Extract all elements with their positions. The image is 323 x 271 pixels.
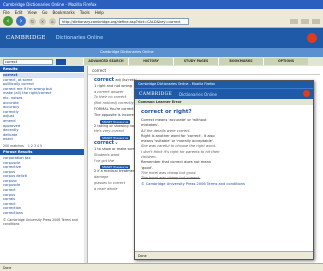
search-button[interactable] [56,58,66,65]
print-icon[interactable] [301,18,309,24]
back-icon[interactable]: ‹ [3,16,13,26]
menu-file[interactable]: File [3,10,10,15]
search-row: correct ADVANCED SEARCH HISTORY STUDY PA… [0,57,323,66]
menu-view[interactable]: View [27,10,37,15]
popup-copyright: © Cambridge University Press 2006 Terms … [141,181,245,186]
results-sidebar: Results correct correct, at some politic… [0,66,88,271]
popup-site-header: CAMBRIDGE Dictionaries Online [135,88,313,99]
phrase-item[interactable]: corrections [3,211,84,216]
result-item[interactable]: exact [3,137,84,142]
toolbar-buttons [290,18,320,24]
menu-tools[interactable]: Tools [80,10,90,15]
mail-icon[interactable] [312,18,320,24]
sidebar-scrollbar[interactable] [84,66,87,271]
menu-bookmarks[interactable]: Bookmarks [53,10,75,15]
reload-icon[interactable]: ↻ [29,17,36,25]
entry-headword: correct [94,140,115,147]
entry-headword: correct [94,77,115,83]
stop-icon[interactable]: × [39,17,46,25]
menu-edit[interactable]: Edit [15,10,23,15]
cambridge-logo[interactable]: CAMBRIDGE [6,35,46,41]
tab-history[interactable]: HISTORY [128,58,173,65]
popup-headword: correct or right? [141,109,192,115]
close-icon[interactable] [303,90,310,97]
status-bar: Done [0,263,323,271]
popup-statusbar: Done [135,251,313,259]
entry-pos: adj [115,78,121,82]
phrase-results-list: corporation tax corpuscle corrective cor… [0,155,87,217]
menu-help[interactable]: Help [95,10,104,15]
window-titlebar: Cambridge Dictionaries Online - Mozilla … [0,0,323,9]
tab-bookmarks[interactable]: BOOKMARKS [218,58,263,65]
forward-icon[interactable]: › [16,16,26,26]
entry-heading: correct [88,66,320,75]
site-header: CAMBRIDGE Dictionaries Online [0,28,323,48]
results-pagination[interactable]: 1 2 3 4 5 [28,144,42,148]
site-tabs: ADVANCED SEARCH HISTORY STUDY PAGES BOOK… [83,58,308,65]
tab-study-pages[interactable]: STUDY PAGES [173,58,218,65]
popup-site-name: Dictionaries Online [178,91,217,97]
learner-error-popup: Cambridge Dictionaries Online - Mozilla … [134,80,314,260]
popup-titlebar: Cambridge Dictionaries Online - Mozilla … [135,81,313,88]
address-bar[interactable]: http://dictionary.cambridge.org/define.a… [59,17,189,25]
window-title: Cambridge Dictionaries Online - Mozilla … [3,2,97,7]
bookmark-icon[interactable] [290,18,298,24]
site-name: Dictionaries Online [55,35,104,41]
popup-body: correct or right? Correct means 'accurat… [135,105,313,191]
smart-thesaurus-button[interactable]: SMART thesaurus [100,119,131,124]
entry-pos: v [115,141,118,146]
help-icon[interactable] [307,33,317,43]
results-count: 200 matches [3,143,24,148]
menu-go[interactable]: Go [42,10,48,15]
home-icon[interactable]: ⌂ [49,17,56,25]
navigation-toolbar: ‹ › ↻ × ⌂ http://dictionary.cambridge.or… [0,15,323,28]
site-banner: Cambridge Dictionaries Online [0,48,323,57]
tab-options[interactable]: OPTIONS [263,58,308,65]
sidebar-copyright: © Cambridge University Press 2006 Terms … [3,217,78,226]
tab-advanced-search[interactable]: ADVANCED SEARCH [83,58,128,65]
search-input[interactable]: correct [3,58,53,65]
results-list: correct correct, at some politically cor… [0,72,87,143]
site-banner-text: Cambridge Dictionaries Online [100,50,154,54]
popup-logo: CAMBRIDGE [139,91,172,97]
